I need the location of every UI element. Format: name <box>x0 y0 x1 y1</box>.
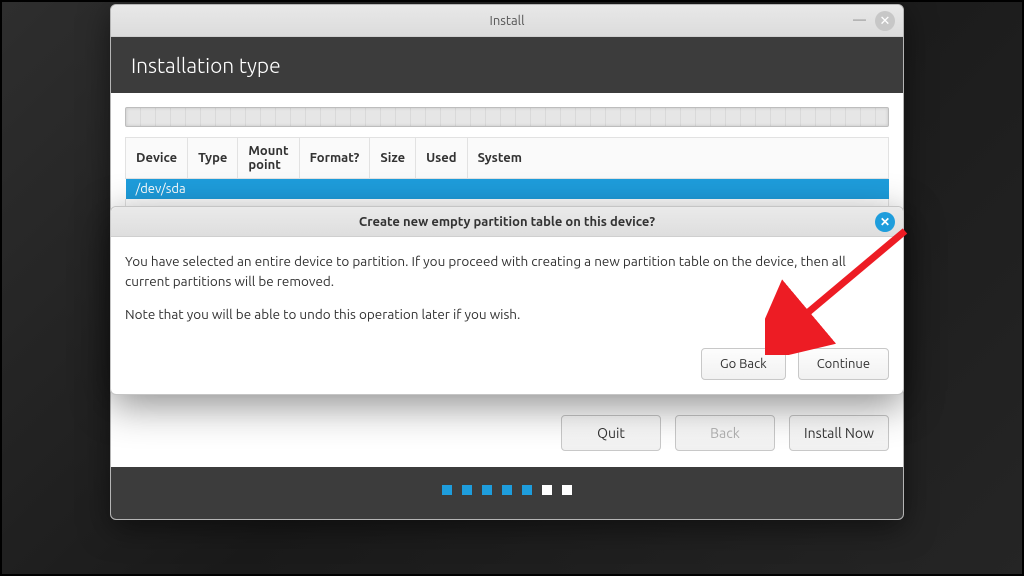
table-header-row: Device Type Mount point Format? Size Use… <box>126 138 889 179</box>
dialog-text: Note that you will be able to undo this … <box>125 304 889 324</box>
dialog-titlebar[interactable]: Create new empty partition table on this… <box>111 207 903 237</box>
step-dot[interactable] <box>562 485 572 495</box>
wizard-footer: Quit Back Install Now <box>125 415 889 451</box>
go-back-button[interactable]: Go Back <box>701 348 786 380</box>
close-icon[interactable]: ✕ <box>875 11 895 31</box>
window-title: Install <box>490 14 525 28</box>
titlebar[interactable]: Install — ✕ <box>111 5 903 37</box>
continue-button[interactable]: Continue <box>798 348 889 380</box>
dialog-footer: Go Back Continue <box>111 342 903 394</box>
step-dot[interactable] <box>442 485 452 495</box>
dialog-close-icon[interactable]: ✕ <box>875 212 895 232</box>
step-dot[interactable] <box>542 485 552 495</box>
dialog-body: You have selected an entire device to pa… <box>111 237 903 342</box>
dialog-title: Create new empty partition table on this… <box>359 215 655 229</box>
confirm-new-partition-table-dialog: Create new empty partition table on this… <box>110 206 904 395</box>
col-system[interactable]: System <box>467 138 888 179</box>
step-dot[interactable] <box>502 485 512 495</box>
quit-button[interactable]: Quit <box>561 415 661 451</box>
col-size[interactable]: Size <box>370 138 416 179</box>
device-cell: /dev/sda <box>126 179 889 200</box>
page-title: Installation type <box>111 37 903 93</box>
step-pager <box>111 467 903 519</box>
table-row[interactable]: /dev/sda <box>126 179 889 200</box>
col-used[interactable]: Used <box>416 138 468 179</box>
step-dot[interactable] <box>522 485 532 495</box>
partition-table: Device Type Mount point Format? Size Use… <box>125 137 889 199</box>
dialog-text: You have selected an entire device to pa… <box>125 251 889 292</box>
back-button: Back <box>675 415 775 451</box>
col-format[interactable]: Format? <box>299 138 370 179</box>
step-dot[interactable] <box>462 485 472 495</box>
col-device[interactable]: Device <box>126 138 188 179</box>
step-dot[interactable] <box>482 485 492 495</box>
desktop: Install — ✕ Installation type Device Typ… <box>0 0 1024 576</box>
col-mount-point[interactable]: Mount point <box>238 138 299 179</box>
minimize-icon[interactable]: — <box>853 13 867 27</box>
allocation-bar[interactable] <box>125 107 889 127</box>
install-now-button[interactable]: Install Now <box>789 415 889 451</box>
col-type[interactable]: Type <box>188 138 238 179</box>
